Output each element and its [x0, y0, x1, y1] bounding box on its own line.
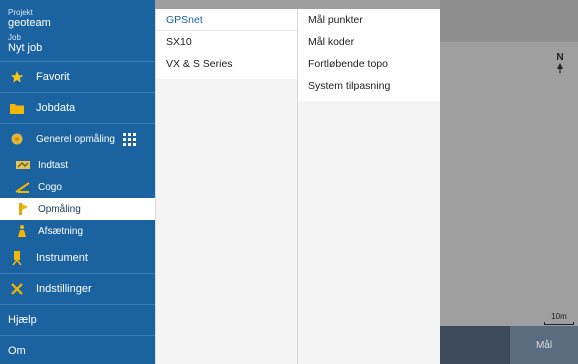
star-icon: [8, 69, 26, 85]
menu-item-label: Cogo: [38, 181, 62, 193]
menu-item-label: Hjælp: [8, 314, 37, 326]
project-info: Projekt geoteam Job Nyt job: [0, 0, 155, 55]
menu-item-generel-opmaling[interactable]: Generel opmåling: [0, 123, 155, 154]
menu-item-instrument[interactable]: Instrument: [0, 242, 155, 273]
menu-item-indstillinger[interactable]: Indstillinger: [0, 273, 155, 304]
menu-item-label: Generel opmåling: [36, 133, 115, 145]
option-mal-koder[interactable]: Mål koder: [298, 31, 440, 53]
scale-label: 10m: [551, 312, 567, 321]
instrument-list-empty-area: [156, 79, 297, 364]
instrument-item-gpsnet[interactable]: GPSnet: [156, 9, 297, 31]
stakeout-icon: [14, 223, 32, 239]
keyin-icon: [14, 157, 32, 173]
job-label: Job: [8, 33, 21, 42]
bottom-bar-left: [440, 326, 510, 364]
menu-item-label: Opmåling: [38, 203, 81, 215]
submenu-item-cogo[interactable]: Cogo: [0, 176, 155, 198]
project-value[interactable]: geoteam: [8, 17, 155, 30]
menu-item-label: Favorit: [36, 71, 70, 83]
instrument-list: GPSnet SX10 VX & S Series: [155, 9, 297, 364]
submenu-item-opmaling[interactable]: Opmåling: [0, 198, 155, 220]
project-label: Projekt: [8, 8, 33, 17]
scale-bar: 10m: [544, 312, 574, 325]
menu-item-favorit[interactable]: Favorit: [0, 61, 155, 92]
instrument-icon: [8, 250, 26, 266]
main-menu-sidebar: Projekt geoteam Job Nyt job Favorit Jobd…: [0, 0, 155, 364]
menu-item-label: Afsætning: [38, 225, 84, 237]
measure-options-list: Mål punkter Mål koder Fortløbende topo S…: [297, 9, 440, 364]
option-fortlobende-topo[interactable]: Fortløbende topo: [298, 53, 440, 75]
option-system-tilpasning[interactable]: System tilpasning: [298, 75, 440, 97]
cogo-icon: [14, 179, 32, 195]
measure-button[interactable]: Mål: [510, 326, 578, 364]
menu-item-label: Om: [8, 345, 26, 357]
submenu-item-indtast[interactable]: Indtast: [0, 154, 155, 176]
options-list-empty-area: [298, 101, 440, 364]
map-view[interactable]: N 10m Mål: [440, 0, 578, 364]
submenu-item-afsaetning[interactable]: Afsætning: [0, 220, 155, 242]
menu-item-label: Indstillinger: [36, 283, 92, 295]
north-arrow-icon: N: [554, 52, 566, 76]
instrument-item-vx-s-series[interactable]: VX & S Series: [156, 53, 297, 75]
app-grid-icon[interactable]: [122, 132, 136, 146]
option-mal-punkter[interactable]: Mål punkter: [298, 9, 440, 31]
folder-icon: [8, 100, 26, 116]
menu-item-om[interactable]: Om: [0, 335, 155, 364]
instrument-item-sx10[interactable]: SX10: [156, 31, 297, 53]
measure-icon: [14, 201, 32, 217]
menu-item-label: Indtast: [38, 159, 69, 171]
menu-item-label: Instrument: [36, 251, 88, 264]
menu-item-jobdata[interactable]: Jobdata: [0, 92, 155, 123]
survey-icon: [8, 131, 26, 147]
map-bottom-bar: Mål: [440, 326, 578, 364]
north-label: N: [556, 52, 564, 63]
menu-item-hjaelp[interactable]: Hjælp: [0, 304, 155, 335]
settings-icon: [8, 281, 26, 297]
map-top-bar: [440, 0, 578, 42]
job-value[interactable]: Nyt job: [8, 42, 155, 55]
menu-item-label: Jobdata: [36, 102, 76, 114]
